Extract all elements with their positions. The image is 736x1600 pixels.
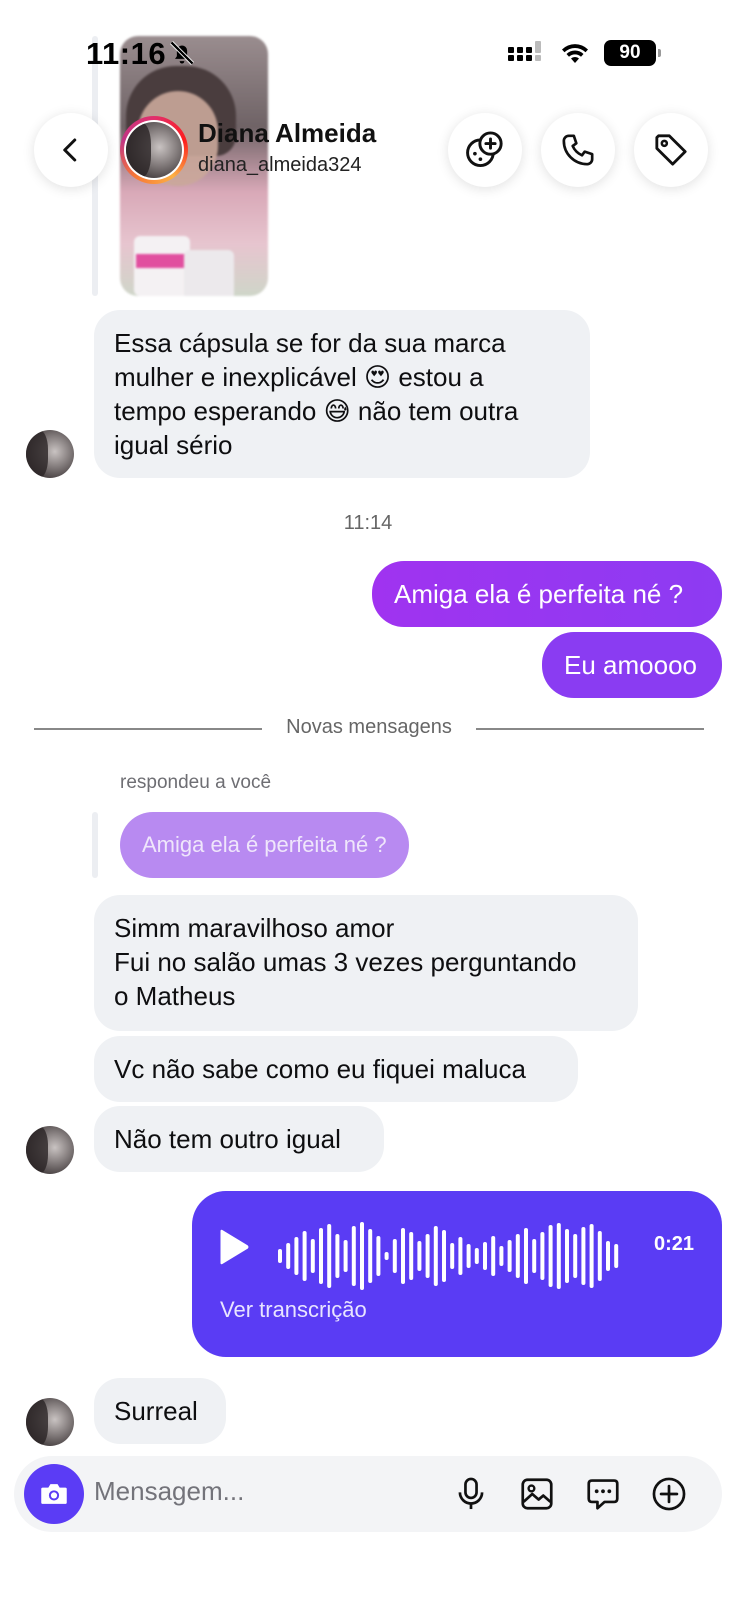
quoted-message[interactable]: Amiga ela é perfeita né ?	[120, 812, 409, 878]
sticker-chat-icon[interactable]	[584, 1475, 622, 1513]
incoming-message[interactable]: Não tem outro igual	[94, 1106, 384, 1172]
battery-icon: 90	[604, 40, 661, 66]
chat-header: Diana Almeida diana_almeida324	[0, 110, 736, 190]
outgoing-message[interactable]: Amiga ela é perfeita né ?	[372, 561, 722, 627]
tag-icon	[655, 134, 687, 166]
microphone-icon[interactable]	[452, 1475, 490, 1513]
incoming-message[interactable]: Essa cápsula se for da sua marca mulher …	[94, 310, 590, 478]
camera-icon	[41, 1484, 67, 1504]
voice-duration: 0:21	[654, 1233, 695, 1255]
contact-name[interactable]: Diana Almeida	[198, 118, 376, 149]
sender-avatar[interactable]	[26, 1126, 74, 1174]
play-icon[interactable]	[216, 1227, 252, 1267]
outgoing-message[interactable]: Eu amoooo	[542, 632, 722, 698]
status-bar: 11:16 90	[0, 0, 736, 100]
reply-bar	[92, 812, 98, 878]
game-icon	[466, 131, 503, 168]
incoming-message[interactable]: Surreal	[94, 1378, 226, 1444]
plus-circle-icon[interactable]	[650, 1475, 688, 1513]
view-transcript-link[interactable]: Ver transcrição	[220, 1297, 367, 1323]
call-button[interactable]	[541, 113, 615, 187]
reply-label: respondeu a você	[120, 772, 272, 793]
tag-button[interactable]	[634, 113, 708, 187]
gallery-icon[interactable]	[518, 1475, 556, 1513]
sender-avatar[interactable]	[26, 1398, 74, 1446]
signal-icon	[508, 41, 541, 61]
status-time: 11:16	[86, 36, 167, 71]
timestamp: 11:14	[343, 512, 393, 534]
camera-button[interactable]	[24, 1464, 84, 1524]
bell-slash-icon	[170, 41, 194, 65]
games-button[interactable]	[448, 113, 522, 187]
waveform[interactable]	[276, 1221, 626, 1291]
phone-icon	[562, 134, 594, 166]
incoming-message[interactable]: Vc não sabe como eu fiquei maluca	[94, 1036, 578, 1102]
contact-username[interactable]: diana_almeida324	[198, 154, 361, 177]
message-input[interactable]: Mensagem...	[94, 1476, 244, 1507]
profile-avatar[interactable]	[120, 116, 188, 184]
incoming-message[interactable]: Simm maravilhoso amor Fui no salão umas …	[94, 895, 638, 1031]
back-chevron-icon	[63, 138, 77, 162]
back-button[interactable]	[34, 113, 108, 187]
sender-avatar[interactable]	[26, 430, 74, 478]
voice-message[interactable]: 0:21 Ver transcrição	[192, 1191, 722, 1357]
message-composer: Mensagem...	[14, 1456, 722, 1532]
new-messages-divider: Novas mensagens	[34, 714, 704, 744]
wifi-icon	[562, 44, 588, 63]
